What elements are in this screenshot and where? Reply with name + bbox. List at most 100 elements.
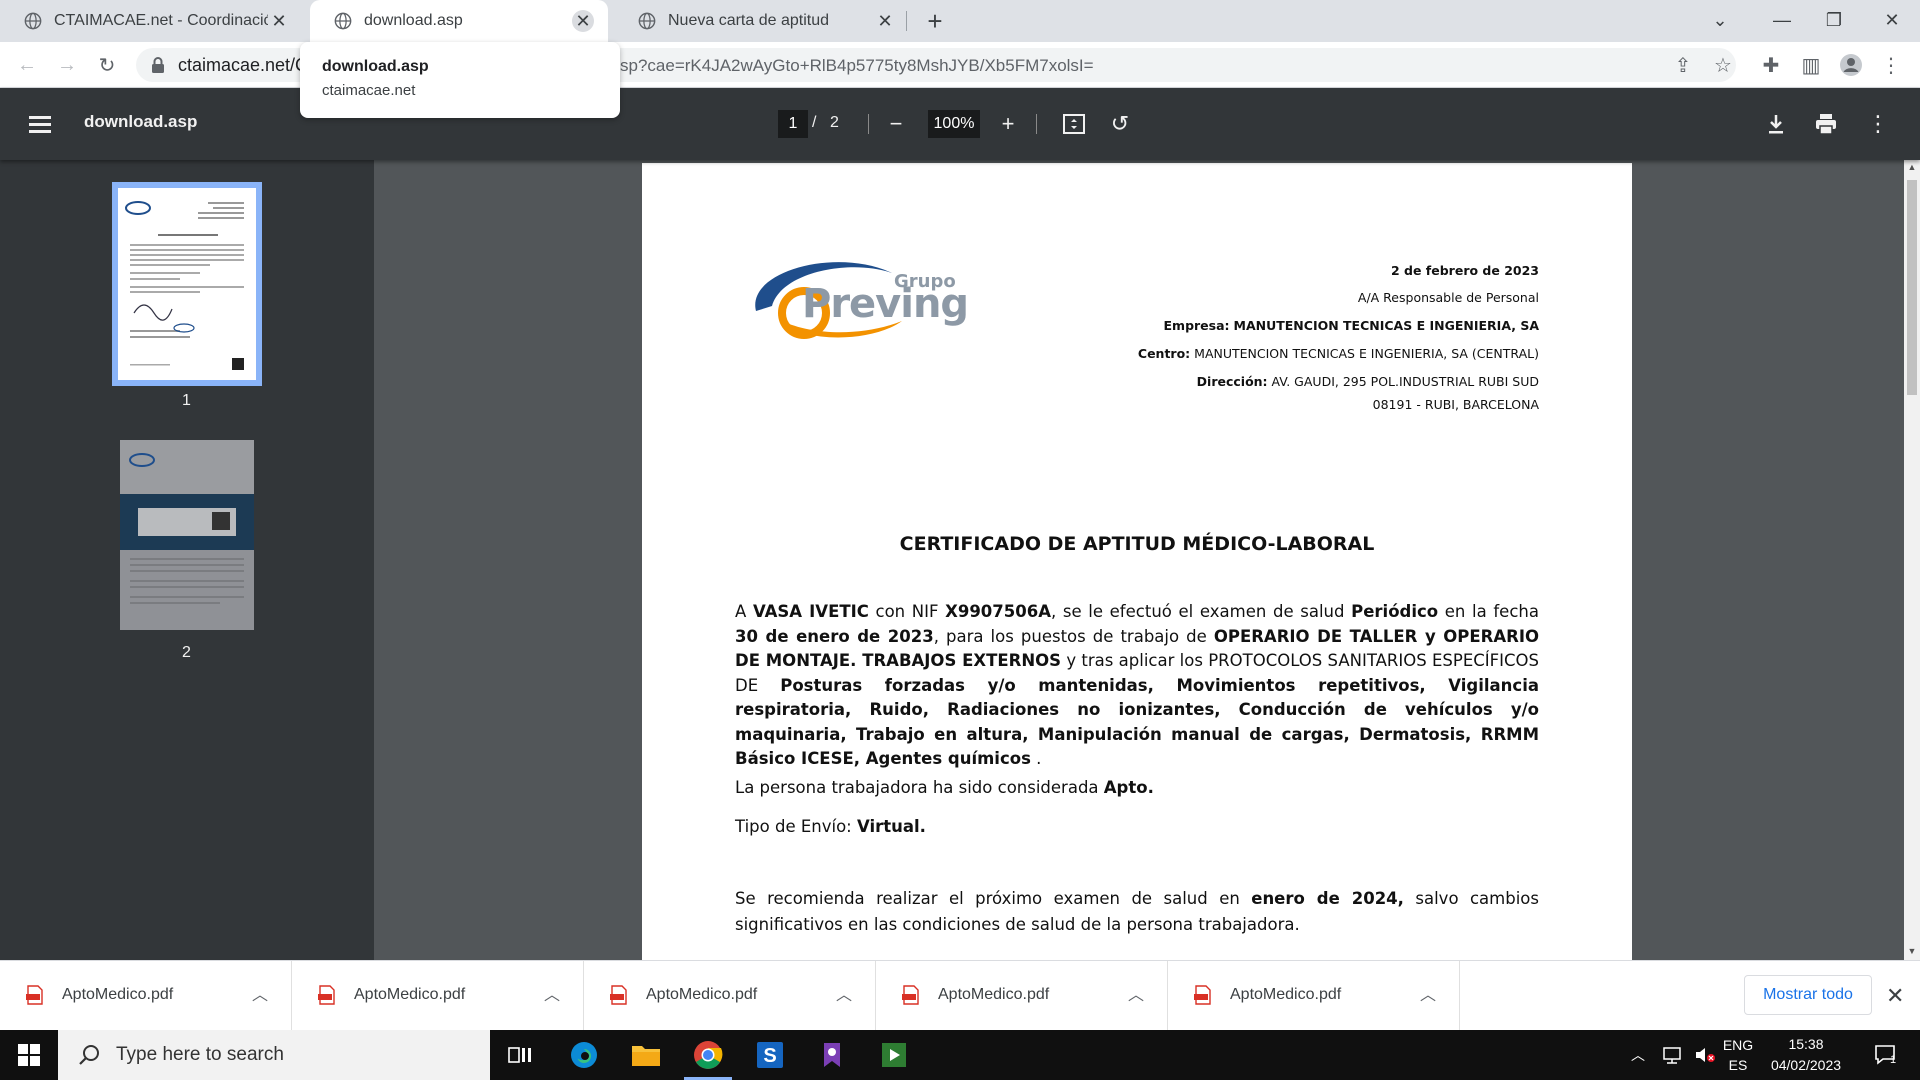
pdf-toolbar: download.asp 1 / 2 − 100% + ↺ ⋮ — [0, 88, 1920, 160]
tab-title: Nueva carta de aptitud — [668, 12, 829, 29]
pdf-file-icon — [26, 985, 43, 1005]
extensions-icon[interactable]: ✚ — [1756, 50, 1786, 80]
volume-muted-icon[interactable] — [1690, 1030, 1720, 1080]
certificate-title: CERTIFICADO DE APTITUD MÉDICO-LABORAL — [899, 533, 1375, 555]
app-s-icon[interactable]: S — [740, 1030, 800, 1080]
taskbar-search-box[interactable]: Type here to search — [58, 1030, 490, 1080]
download-item[interactable]: AptoMedico.pdf ︿ — [1168, 961, 1460, 1031]
more-menu-icon[interactable]: ⋮ — [1876, 50, 1906, 80]
chrome-browser-icon[interactable] — [678, 1030, 738, 1080]
download-item[interactable]: AptoMedico.pdf ︿ — [0, 961, 292, 1031]
close-icon[interactable]: ✕ — [268, 10, 290, 32]
thumbnail-label: 2 — [182, 644, 191, 661]
windows-start-icon[interactable] — [0, 1030, 58, 1080]
clock-date: 04/02/2023 — [1770, 1057, 1842, 1073]
bookmark-star-icon[interactable]: ☆ — [1708, 50, 1738, 80]
side-panel-icon[interactable]: ▥ — [1796, 50, 1826, 80]
chevron-up-icon[interactable]: ︿ — [1420, 981, 1436, 1005]
hover-card-host: ctaimacae.net — [322, 82, 416, 99]
document-date: 2 de febrero de 2023 — [1390, 263, 1539, 278]
url-path: sp?cae=rK4JA2wAyGto+RlB4p5775ty8MshJYB/X… — [620, 56, 1094, 75]
more-options-icon[interactable]: ⋮ — [1862, 108, 1894, 140]
app-green-icon[interactable] — [864, 1030, 924, 1080]
taskbar-clock[interactable]: 15:38 04/02/2023 — [1756, 1034, 1856, 1076]
network-icon[interactable] — [1656, 1030, 1688, 1080]
app-purple-icon[interactable] — [802, 1030, 862, 1080]
hamburger-menu-icon[interactable] — [26, 110, 56, 138]
delivery-line: Tipo de Envío: Virtual. — [735, 817, 926, 836]
chevron-up-icon[interactable]: ︿ — [836, 981, 852, 1005]
language-indicator[interactable]: ENG ES — [1720, 1030, 1756, 1080]
thumbnail-page-2[interactable] — [120, 440, 254, 630]
pdf-page-1: Preving Grupo 2 de febrero de 2023 A/A R… — [642, 163, 1632, 960]
divider — [868, 114, 869, 134]
pdf-document-area[interactable]: Preving Grupo 2 de febrero de 2023 A/A R… — [374, 160, 1904, 960]
restore-button[interactable]: ❐ — [1806, 0, 1862, 40]
tab-nueva-carta[interactable]: Nueva carta de aptitud ✕ — [614, 0, 910, 42]
globe-icon — [334, 12, 352, 30]
zoom-out-icon[interactable]: − — [880, 108, 912, 140]
tab-ctaimacae[interactable]: CTAIMACAE.net - Coordinación d ✕ — [0, 0, 304, 42]
notifications-icon[interactable]: 1 — [1866, 1030, 1906, 1080]
download-item[interactable]: AptoMedico.pdf ︿ — [584, 961, 876, 1031]
fit-page-icon[interactable] — [1058, 108, 1090, 140]
tab-strip: CTAIMACAE.net - Coordinación d ✕ downloa… — [0, 0, 1920, 42]
scrollbar-thumb[interactable] — [1907, 180, 1917, 395]
file-explorer-icon[interactable] — [616, 1030, 676, 1080]
scroll-up-icon[interactable]: ▲ — [1904, 162, 1920, 176]
tab-search-icon[interactable]: ⌄ — [1692, 0, 1748, 40]
pdf-file-icon — [1194, 985, 1211, 1005]
tab-download-asp[interactable]: download.asp ✕ — [310, 0, 608, 42]
download-item[interactable]: AptoMedico.pdf ︿ — [876, 961, 1168, 1031]
download-icon[interactable] — [1760, 108, 1792, 140]
thumbnail-sidebar: 1 2 — [0, 160, 374, 960]
chevron-up-icon[interactable]: ︿ — [544, 981, 560, 1005]
task-view-icon[interactable] — [490, 1030, 550, 1080]
keyboard-layout: ES — [1728, 1057, 1748, 1073]
company-line: Empresa: MANUTENCION TECNICAS E INGENIER… — [1163, 318, 1540, 333]
close-icon[interactable]: ✕ — [874, 10, 896, 32]
minimize-button[interactable]: — — [1754, 0, 1810, 40]
svg-text:S: S — [763, 1045, 776, 1067]
rotate-icon[interactable]: ↺ — [1104, 108, 1136, 140]
tab-title: CTAIMACAE.net - Coordinación d — [54, 12, 268, 29]
show-hidden-icons-icon[interactable]: ︿ — [1624, 1030, 1652, 1080]
show-all-downloads-button[interactable]: Mostrar todo — [1744, 975, 1872, 1015]
browser-toolbar: ← → ↻ ctaimacae.net/C sp?cae=rK4JA2wAyGt… — [0, 42, 1920, 88]
print-icon[interactable] — [1810, 108, 1842, 140]
page-separator: / — [812, 114, 817, 131]
chevron-up-icon[interactable]: ︿ — [1128, 981, 1144, 1005]
close-window-button[interactable]: ✕ — [1864, 0, 1920, 40]
forward-icon[interactable]: → — [52, 50, 82, 80]
chevron-up-icon[interactable]: ︿ — [252, 981, 268, 1005]
scroll-down-icon[interactable]: ▼ — [1904, 946, 1920, 960]
search-placeholder: Type here to search — [116, 1044, 284, 1065]
tab-title: download.asp — [364, 12, 463, 29]
lock-icon[interactable] — [150, 56, 166, 74]
divider — [1036, 114, 1037, 134]
download-item[interactable]: AptoMedico.pdf ︿ — [292, 961, 584, 1031]
download-filename: AptoMedico.pdf — [646, 986, 758, 1003]
download-filename: AptoMedico.pdf — [354, 986, 466, 1003]
thumbnail-page-1[interactable] — [112, 182, 262, 386]
edge-browser-icon[interactable] — [554, 1030, 614, 1080]
download-filename: AptoMedico.pdf — [938, 986, 1050, 1003]
preving-logo: Preving Grupo — [742, 251, 969, 351]
reload-icon[interactable]: ↻ — [92, 50, 122, 80]
clock-time: 15:38 — [1788, 1036, 1824, 1052]
new-tab-button[interactable]: + — [920, 6, 950, 36]
profile-avatar-icon[interactable] — [1836, 50, 1866, 80]
close-icon[interactable]: ✕ — [572, 10, 594, 32]
tab-separator — [906, 11, 907, 31]
pdf-scrollbar[interactable]: ▲ ▼ — [1904, 160, 1920, 960]
back-icon[interactable]: ← — [12, 50, 42, 80]
center-line: Centro: MANUTENCION TECNICAS E INGENIERI… — [1137, 346, 1539, 361]
zoom-input[interactable]: 100% — [928, 110, 980, 138]
close-icon[interactable]: ✕ — [1886, 983, 1904, 1009]
share-icon[interactable]: ⇪ — [1668, 50, 1698, 80]
zoom-in-icon[interactable]: + — [992, 108, 1024, 140]
logo-group: Grupo — [894, 271, 956, 292]
thumbnail-label: 1 — [182, 392, 191, 409]
page-number-input[interactable]: 1 — [778, 110, 808, 138]
search-icon — [79, 1045, 99, 1065]
